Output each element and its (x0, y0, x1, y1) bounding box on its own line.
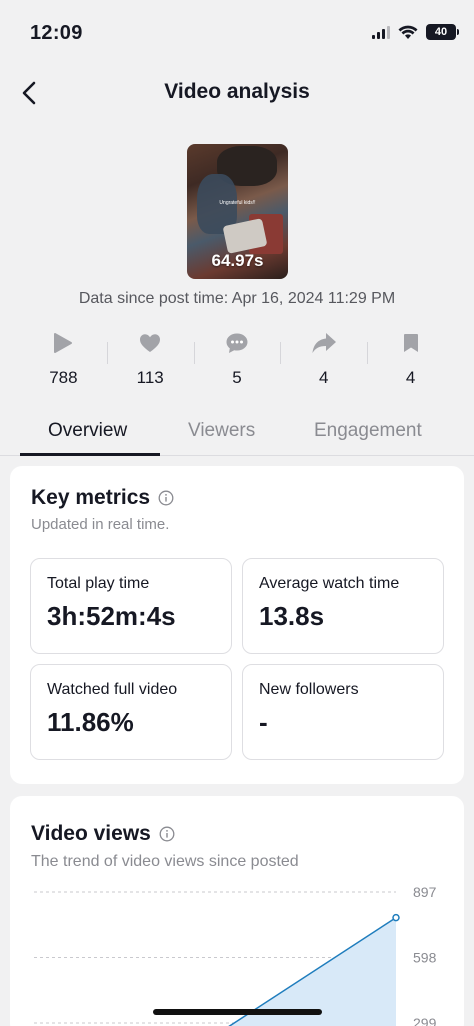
active-tab-indicator (20, 453, 160, 456)
tab-bar: Overview Viewers Engagement (0, 410, 474, 456)
share-icon (311, 330, 337, 356)
stat-value: 788 (49, 368, 78, 387)
bookmark-icon (403, 330, 419, 356)
stat-value: 4 (319, 368, 329, 387)
cellular-signal-icon (372, 25, 390, 39)
data-since-text: Data since post time: Apr 16, 2024 11:29… (78, 290, 396, 307)
metric-label: New followers (259, 681, 359, 698)
wifi-icon (398, 25, 418, 39)
video-caption: Ungrateful kids!! (219, 200, 256, 206)
metric-label: Total play time (47, 575, 150, 592)
metric-value: 13.8s (259, 601, 325, 631)
metric-watched-full-video[interactable]: Watched full video 11.86% (30, 664, 232, 760)
stat-saves: 4 (367, 330, 454, 390)
video-thumbnail[interactable]: Ungrateful kids!! 64.97s (187, 144, 288, 279)
stat-comments: 5 (193, 330, 281, 390)
heart-icon (139, 330, 161, 356)
info-icon[interactable] (158, 490, 174, 506)
key-metrics-title-text: Key metrics (31, 486, 151, 509)
battery-icon: 40 (426, 24, 459, 40)
video-views-card: Video views The trend of video views sin… (10, 796, 464, 1026)
stat-value: 4 (405, 368, 416, 387)
page-title: Video analysis (164, 80, 310, 103)
metric-label: Average watch time (259, 575, 400, 592)
comment-icon (225, 330, 249, 356)
metric-value: - (259, 707, 268, 737)
status-time: 12:09 (30, 22, 83, 44)
status-bar: 12:09 40 (0, 0, 474, 68)
metric-average-watch-time[interactable]: Average watch time 13.8s (242, 558, 444, 654)
video-views-chart[interactable]: 897 598 299 (10, 796, 464, 1026)
metric-total-play-time[interactable]: Total play time 3h:52m:4s (30, 558, 232, 654)
metric-value: 3h:52m:4s (47, 601, 176, 631)
video-duration: 64.97s (211, 251, 264, 270)
key-metrics-title: Key metrics (31, 486, 174, 510)
status-icons: 40 (372, 24, 459, 40)
y-tick-label: 598 (413, 950, 437, 966)
tab-engagement[interactable]: Engagement (314, 420, 422, 442)
home-indicator (153, 1009, 322, 1015)
key-metrics-card: Key metrics Updated in real time. Total … (10, 466, 464, 784)
tab-overview[interactable]: Overview (48, 420, 127, 442)
y-tick-label: 897 (413, 884, 437, 900)
metric-value: 11.86% (47, 707, 134, 737)
stat-plays: 788 (20, 330, 107, 390)
stat-value: 5 (232, 368, 242, 387)
stat-value: 113 (136, 368, 164, 387)
metric-new-followers[interactable]: New followers - (242, 664, 444, 760)
play-icon (53, 330, 73, 356)
metric-label: Watched full video (47, 681, 178, 698)
key-metrics-subtitle: Updated in real time. (31, 516, 170, 533)
stat-shares: 4 (280, 330, 367, 390)
stats-row: 788 113 5 4 4 (20, 330, 454, 390)
tab-viewers[interactable]: Viewers (188, 420, 255, 442)
stat-likes: 113 (106, 330, 194, 390)
nav-header: Video analysis (0, 68, 474, 116)
views-point[interactable] (392, 913, 400, 922)
y-tick-label: 299 (413, 1015, 437, 1026)
